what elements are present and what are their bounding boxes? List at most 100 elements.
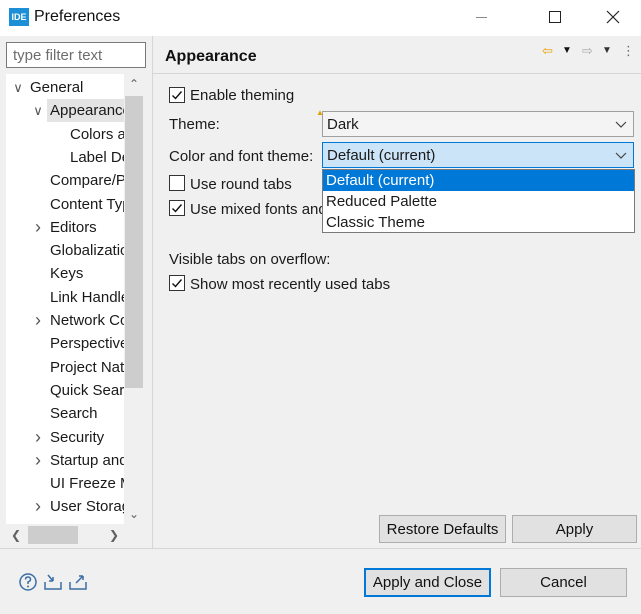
chevron-down-icon — [615, 121, 627, 128]
checkmark-icon — [172, 91, 183, 100]
tree-item[interactable]: Keys — [6, 262, 124, 285]
forward-menu-chevron-icon[interactable]: ▼ — [602, 42, 612, 60]
color-font-theme-dropdown-list: Default (current) Reduced Palette Classi… — [322, 169, 635, 233]
dropdown-option[interactable]: Reduced Palette — [323, 191, 634, 212]
close-button[interactable] — [590, 0, 636, 34]
tree-item-label: Compare/Patch — [50, 172, 124, 190]
tree-item[interactable]: ∨ Appearance — [6, 99, 124, 123]
footer-divider — [0, 548, 641, 549]
cancel-button[interactable]: Cancel — [500, 568, 627, 597]
header-divider — [153, 73, 641, 74]
panel-divider[interactable] — [152, 36, 153, 548]
view-menu-icon[interactable]: ⋮ — [622, 42, 635, 60]
tree-item[interactable]: Project Natures — [6, 356, 124, 379]
import-icon[interactable] — [43, 572, 63, 592]
tree-item[interactable]: UI Freeze Monitoring — [6, 472, 124, 495]
preference-tree: ∨General∨AppearanceColors and FontsLabel… — [6, 74, 144, 524]
tree-item-label: User Storage Service — [50, 498, 124, 516]
tree-item[interactable]: Colors and Fonts — [6, 123, 124, 146]
page-nav-toolbar: ⇦ ▼ ⇨ ▼ ⋮ — [540, 42, 640, 60]
theme-combo[interactable]: Dark — [322, 111, 634, 137]
tree-item-label: Keys — [50, 265, 84, 283]
tree-item-label: Search — [50, 405, 98, 423]
scroll-up-icon[interactable]: ⌃ — [124, 74, 144, 94]
color-font-theme-combo-value: Default (current) — [327, 147, 436, 164]
scroll-thumb-vertical[interactable] — [125, 96, 143, 388]
tree-item-label: Colors and Fonts — [70, 125, 124, 143]
app-icon-text: IDE — [11, 12, 27, 22]
export-icon[interactable] — [68, 572, 88, 592]
chevron-down-icon — [615, 152, 627, 159]
color-font-theme-combo[interactable]: Default (current) — [322, 142, 634, 168]
app-icon: IDE — [9, 8, 29, 26]
scroll-thumb-horizontal[interactable] — [28, 526, 78, 544]
scroll-down-icon[interactable]: ⌄ — [124, 504, 144, 524]
round-tabs-checkbox[interactable] — [169, 175, 185, 191]
collapse-chevron-icon[interactable]: › — [32, 309, 44, 332]
tree-horizontal-scrollbar[interactable]: ❮ ❯ — [6, 524, 144, 546]
enable-theming-checkbox[interactable] — [169, 87, 185, 103]
tree-item[interactable]: Perspectives — [6, 332, 124, 355]
expand-chevron-icon[interactable]: ∨ — [12, 76, 24, 99]
tree-item[interactable]: › Security — [6, 426, 124, 449]
checkmark-icon — [172, 279, 183, 288]
left-panel: ∨General∨AppearanceColors and FontsLabel… — [0, 36, 152, 548]
tree-item[interactable]: Quick Search — [6, 379, 124, 402]
tree-item-label: Project Natures — [50, 358, 124, 376]
help-icon[interactable] — [18, 572, 38, 592]
dropdown-option[interactable]: Default (current) — [323, 170, 634, 191]
round-tabs-label: Use round tabs — [190, 176, 292, 193]
tree-vertical-scrollbar[interactable]: ⌃ ⌄ — [124, 74, 144, 524]
tree-item-label: Link Handlers — [50, 288, 124, 306]
tree-viewport: ∨General∨AppearanceColors and FontsLabel… — [6, 74, 124, 524]
collapse-chevron-icon[interactable]: › — [32, 426, 44, 449]
show-recent-tabs-checkbox[interactable] — [169, 275, 185, 291]
tree-item[interactable]: Search — [6, 402, 124, 425]
tree-item[interactable]: › Network Connections — [6, 309, 124, 332]
forward-arrow-icon[interactable]: ⇨ — [582, 42, 593, 60]
theme-label: Theme: — [169, 116, 220, 133]
tree-item[interactable]: Compare/Patch — [6, 169, 124, 192]
tree-item-label: Content Types — [50, 195, 124, 213]
tree-item[interactable]: Link Handlers — [6, 286, 124, 309]
tree-item-label: Perspectives — [50, 335, 124, 353]
minimize-icon — [475, 16, 487, 18]
tree-item[interactable]: › Editors — [6, 216, 124, 239]
tree-item[interactable]: Label Decorations — [6, 146, 124, 169]
filter-input[interactable] — [6, 42, 146, 68]
tree-item-label: Quick Search — [50, 381, 124, 399]
maximize-icon — [549, 11, 561, 23]
maximize-button[interactable] — [532, 0, 578, 34]
tree-item-label: Network Connections — [50, 312, 124, 329]
restore-defaults-button[interactable]: Restore Defaults — [379, 515, 506, 543]
window-title: Preferences — [34, 8, 121, 25]
back-menu-chevron-icon[interactable]: ▼ — [562, 42, 572, 60]
collapse-chevron-icon[interactable]: › — [32, 449, 44, 472]
dropdown-option[interactable]: Classic Theme — [323, 212, 634, 233]
collapse-chevron-icon[interactable]: › — [32, 495, 44, 518]
checkmark-icon — [172, 204, 183, 213]
scroll-right-icon[interactable]: ❯ — [104, 524, 124, 546]
tree-item-label: Label Decorations — [70, 148, 124, 166]
visible-tabs-label: Visible tabs on overflow: — [169, 251, 331, 268]
apply-button[interactable]: Apply — [512, 515, 637, 543]
expand-chevron-icon[interactable]: ∨ — [32, 99, 44, 122]
tree-item-label: Editors — [50, 218, 97, 236]
tree-item[interactable]: › Startup and Shutdown — [6, 449, 124, 472]
tree-item[interactable]: Content Types — [6, 193, 124, 216]
tree-item-label: Globalization — [50, 242, 124, 260]
tree-item[interactable]: › User Storage Service — [6, 495, 124, 518]
tree-item-label: General — [30, 79, 84, 96]
collapse-chevron-icon[interactable]: › — [32, 216, 44, 239]
back-arrow-icon[interactable]: ⇦ — [542, 42, 553, 60]
minimize-button[interactable] — [458, 0, 504, 34]
mixed-fonts-checkbox[interactable] — [169, 200, 185, 216]
tree-item-label: Startup and Shutdown — [50, 451, 124, 469]
tree-item[interactable]: Globalization — [6, 239, 124, 262]
tree-item[interactable]: ∨ General — [6, 76, 124, 99]
apply-and-close-button[interactable]: Apply and Close — [364, 568, 491, 597]
scroll-left-icon[interactable]: ❮ — [6, 524, 26, 546]
tree-item-label: UI Freeze Monitoring — [50, 475, 124, 493]
tree-item-label: Appearance — [47, 99, 124, 123]
tree-item-label: Security — [50, 428, 105, 446]
